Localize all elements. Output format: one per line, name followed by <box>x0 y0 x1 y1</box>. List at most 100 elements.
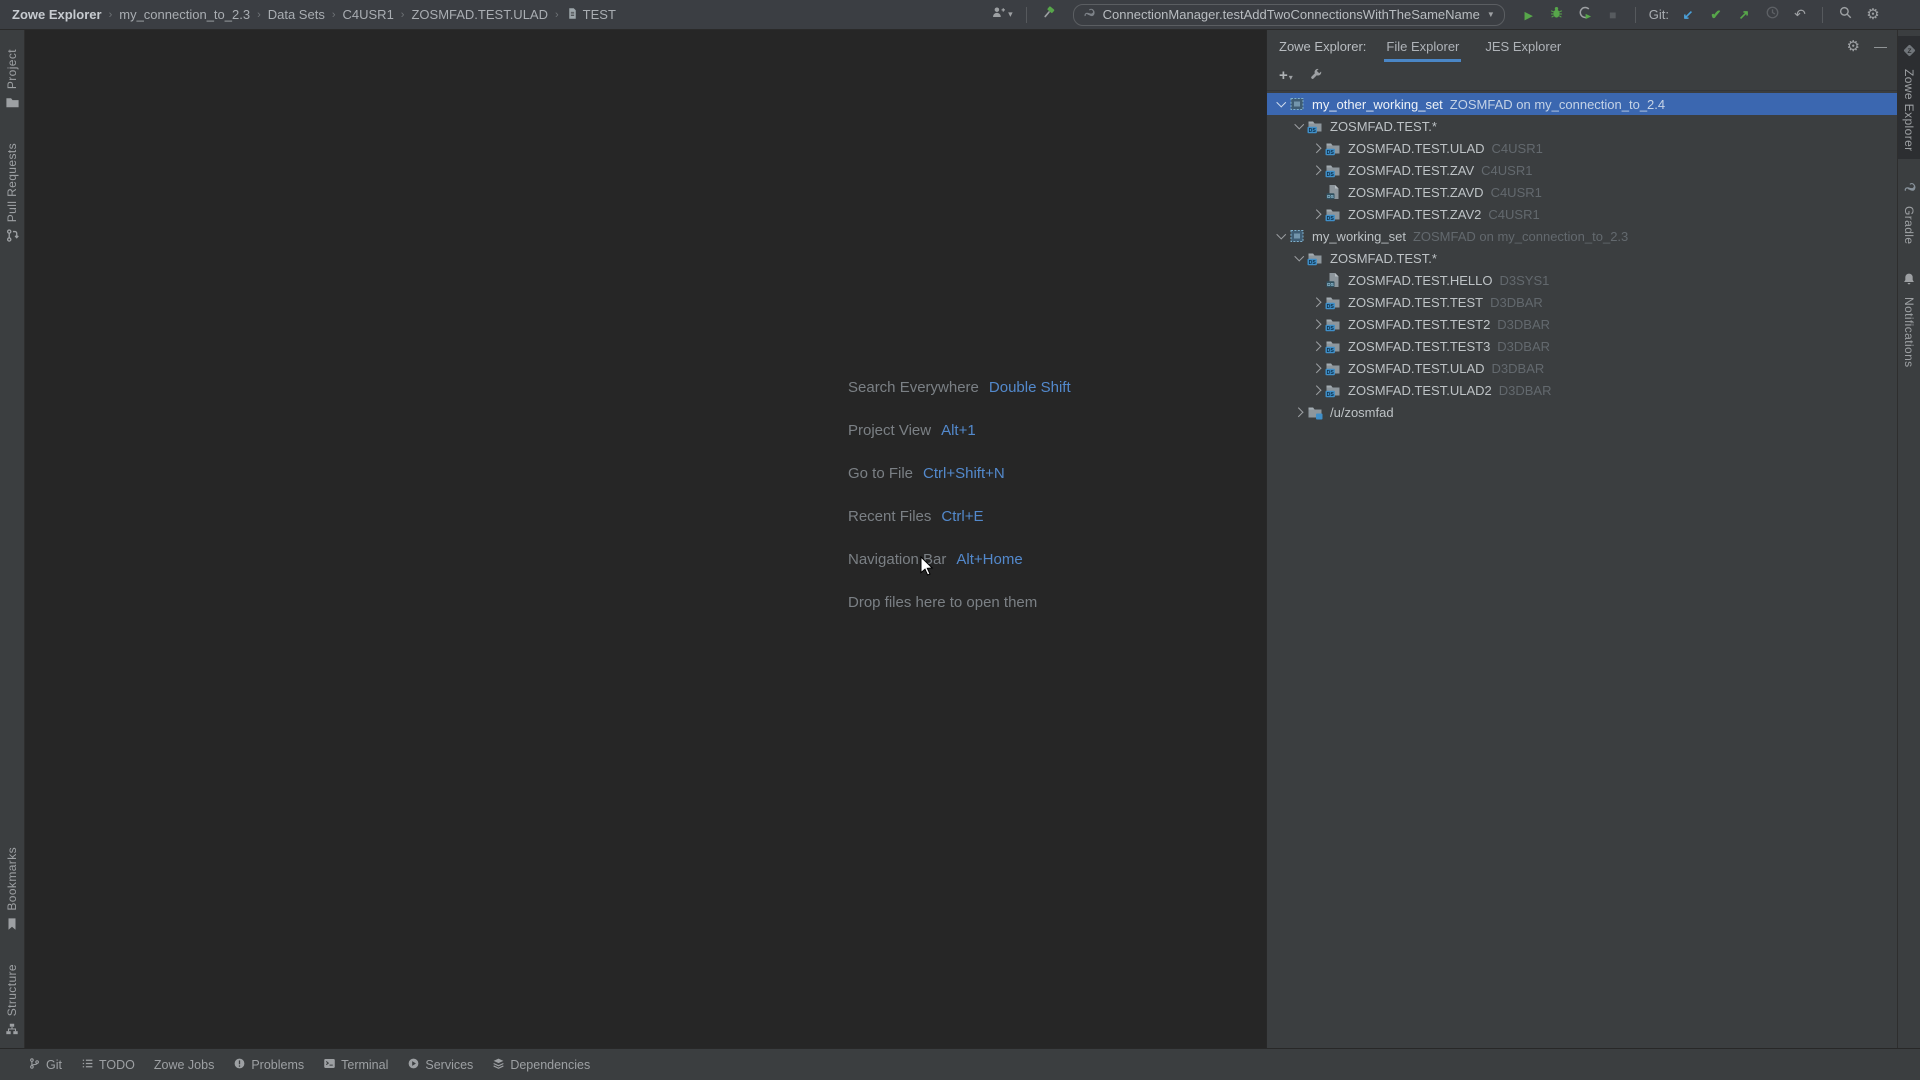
git-commit-icon: ✔ <box>1711 6 1722 24</box>
wrench-icon <box>1309 67 1323 86</box>
tree-row[interactable]: DSZOSMFAD.TEST.ZAVDC4USR1 <box>1267 181 1897 203</box>
sidebar-item-bookmarks[interactable]: Bookmarks <box>0 840 24 943</box>
tree-row[interactable]: DSZOSMFAD.TEST.ZAV2C4USR1 <box>1267 203 1897 225</box>
statusbar-item-zowe-jobs[interactable]: Zowe Jobs <box>154 1058 214 1072</box>
chevron-slot <box>1291 124 1307 128</box>
chevron-collapsed-icon[interactable] <box>1311 319 1320 328</box>
tree-row[interactable]: my_working_setZOSMFAD on my_connection_t… <box>1267 225 1897 247</box>
sidebar-item-gradle[interactable]: Gradle <box>1898 173 1920 251</box>
chevron-collapsed-icon[interactable] <box>1311 297 1320 306</box>
shortcut-label: Project View <box>848 422 931 439</box>
sidebar-item-pull-requests[interactable]: Pull Requests <box>0 136 24 255</box>
svg-text:DS: DS <box>1309 128 1317 134</box>
statusbar-item-services[interactable]: Services <box>407 1057 473 1073</box>
debug-button[interactable] <box>1548 5 1566 25</box>
tree-row[interactable]: DSZOSMFAD.TEST.ULADC4USR1 <box>1267 137 1897 159</box>
svg-text:DS: DS <box>1327 370 1335 376</box>
git-push-button[interactable]: ↗ <box>1735 5 1753 25</box>
status-bar: Git TODO Zowe Jobs Problems Terminal Services… <box>0 1048 1920 1080</box>
tree-row[interactable]: /u/zosmfad <box>1267 401 1897 423</box>
sidebar-item-zowe-explorer[interactable]: ZZowe Explorer <box>1898 36 1920 159</box>
chevron-slot <box>1291 409 1307 416</box>
settings-button[interactable]: ⚙ <box>1847 39 1860 54</box>
svg-text:DS: DS <box>1327 348 1335 354</box>
git-update-button[interactable]: ↙ <box>1679 5 1697 25</box>
statusbar-item-problems[interactable]: Problems <box>233 1057 304 1073</box>
problems-icon <box>233 1057 246 1073</box>
git-branch-icon <box>28 1057 41 1073</box>
chevron-collapsed-icon[interactable] <box>1311 143 1320 152</box>
chevron-expanded-icon[interactable] <box>1276 230 1285 239</box>
breadcrumb-item-label: Zowe Explorer <box>12 7 102 22</box>
tree-row[interactable]: DSZOSMFAD.TEST.HELLOD3SYS1 <box>1267 269 1897 291</box>
tool-window-tabs: File Explorer JES Explorer <box>1386 30 1561 62</box>
build-hammer-icon <box>1041 5 1056 25</box>
tree-row[interactable]: DSZOSMFAD.TEST.* <box>1267 247 1897 269</box>
chevron-collapsed-icon[interactable] <box>1311 209 1320 218</box>
shortcut-row: Navigation BarAlt+Home <box>848 538 1071 581</box>
toolbar-right-controls: ▾ ConnectionManager.testAddTwoConnections… <box>991 4 1910 26</box>
chevron-collapsed-icon[interactable] <box>1311 385 1320 394</box>
minimize-button[interactable]: — <box>1874 39 1887 54</box>
rollback-button[interactable]: ↶ <box>1791 5 1809 25</box>
dataset-folder-icon: DS <box>1307 118 1324 134</box>
tree-row[interactable]: DSZOSMFAD.TEST.ULAD2D3DBAR <box>1267 379 1897 401</box>
tree-row[interactable]: DSZOSMFAD.TEST.TEST2D3DBAR <box>1267 313 1897 335</box>
chevron-collapsed-icon[interactable] <box>1311 363 1320 372</box>
statusbar-item-dependencies[interactable]: Dependencies <box>492 1057 590 1073</box>
chevron-collapsed-icon[interactable] <box>1293 407 1302 416</box>
profiler-button[interactable] <box>1576 5 1594 25</box>
breadcrumb-item[interactable]: TEST <box>566 7 616 23</box>
tree-row[interactable]: DSZOSMFAD.TEST.ULADD3DBAR <box>1267 357 1897 379</box>
breadcrumb-item[interactable]: my_connection_to_2.3 <box>119 7 250 22</box>
add-button[interactable]: +▾ <box>1279 67 1293 85</box>
breadcrumb-item[interactable]: ZOSMFAD.TEST.ULAD <box>411 7 548 22</box>
tree-row[interactable]: DSZOSMFAD.TEST.ZAVC4USR1 <box>1267 159 1897 181</box>
search-everywhere-button[interactable] <box>1836 5 1854 25</box>
settings-button[interactable]: ⚙ <box>1864 5 1882 25</box>
run-configuration-name: ConnectionManager.testAddTwoConnectionsW… <box>1103 7 1480 22</box>
tree-row[interactable]: my_other_working_setZOSMFAD on my_connec… <box>1267 93 1897 115</box>
sidebar-item-project[interactable]: Project <box>0 42 24 122</box>
git-commit-button[interactable]: ✔ <box>1707 5 1725 25</box>
code-with-me-button[interactable]: ▾ <box>991 5 1013 25</box>
tree-row[interactable]: DSZOSMFAD.TEST.* <box>1267 115 1897 137</box>
tree-item-label: ZOSMFAD.TEST.* <box>1330 251 1437 266</box>
breadcrumb-item[interactable]: Data Sets <box>268 7 325 22</box>
tree-item-label: ZOSMFAD.TEST.TEST <box>1348 295 1483 310</box>
tab-file-explorer[interactable]: File Explorer <box>1386 30 1459 62</box>
chevron-slot <box>1309 167 1325 174</box>
ide-sphere-button[interactable] <box>1892 5 1910 25</box>
chevron-expanded-icon[interactable] <box>1294 252 1303 261</box>
tree-item-label: ZOSMFAD.TEST.ZAV2 <box>1348 207 1481 222</box>
sidebar-item-label: Bookmarks <box>5 847 19 911</box>
statusbar-item-todo[interactable]: TODO <box>81 1057 135 1073</box>
breadcrumb-separator-icon: › <box>257 9 261 21</box>
run-icon: ▶ <box>1525 6 1533 24</box>
statusbar-item-terminal[interactable]: Terminal <box>323 1057 388 1073</box>
todo-icon <box>81 1057 94 1073</box>
statusbar-item-git[interactable]: Git <box>28 1057 62 1073</box>
chevron-slot <box>1309 365 1325 372</box>
chevron-collapsed-icon[interactable] <box>1311 341 1320 350</box>
svg-text:DS: DS <box>1327 392 1335 398</box>
editor-area[interactable]: Search EverywhereDouble ShiftProject Vie… <box>25 30 1266 1048</box>
chevron-slot <box>1309 211 1325 218</box>
tree-row[interactable]: DSZOSMFAD.TEST.TEST3D3DBAR <box>1267 335 1897 357</box>
build-hammer-button[interactable] <box>1040 5 1058 25</box>
chevron-collapsed-icon[interactable] <box>1311 165 1320 174</box>
run-configuration-select[interactable]: ConnectionManager.testAddTwoConnectionsW… <box>1073 4 1505 26</box>
tree-row[interactable]: DSZOSMFAD.TEST.TESTD3DBAR <box>1267 291 1897 313</box>
sidebar-item-structure[interactable]: Structure <box>0 957 24 1048</box>
chevron-expanded-icon[interactable] <box>1276 98 1285 107</box>
breadcrumb-item[interactable]: C4USR1 <box>343 7 394 22</box>
wrench-button[interactable] <box>1309 67 1323 86</box>
chevron-expanded-icon[interactable] <box>1294 120 1303 129</box>
sidebar-item-label: Structure <box>5 964 19 1016</box>
sidebar-item-notifications[interactable]: Notifications <box>1898 265 1920 375</box>
tab-jes-explorer[interactable]: JES Explorer <box>1485 30 1561 62</box>
dataset-folder-icon: DS <box>1325 316 1342 332</box>
breadcrumb: Zowe Explorer›my_connection_to_2.3›Data … <box>12 7 616 23</box>
breadcrumb-item[interactable]: Zowe Explorer <box>12 7 102 22</box>
run-button[interactable]: ▶ <box>1520 5 1538 25</box>
